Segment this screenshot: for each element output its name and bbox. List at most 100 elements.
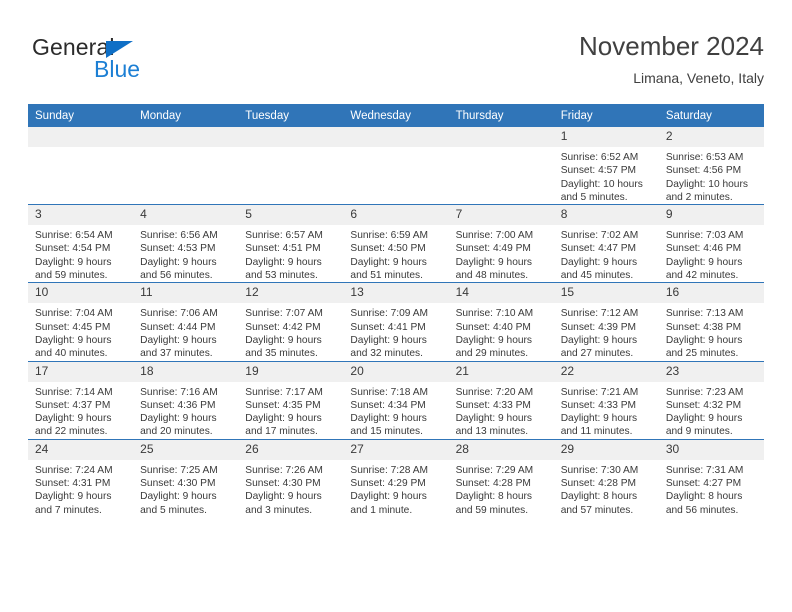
calendar-day-cell[interactable]: 18 Sunrise: 7:16 AM Sunset: 4:36 PM Dayligh… — [133, 360, 239, 440]
calendar-day-cell[interactable]: 3 Sunrise: 6:54 AM Sunset: 4:54 PM Daylight… — [28, 204, 134, 283]
calendar-day-cell[interactable]: 19 Sunrise: 7:17 AM Sunset: 4:35 PM Dayligh… — [238, 360, 344, 440]
daylight-text-line2: and 2 minutes. — [665, 191, 733, 203]
sunrise-text: Sunrise: 7:10 AM — [455, 308, 534, 320]
day-details: Sunrise: 7:12 AM Sunset: 4:39 PM Daylight:… — [554, 303, 659, 360]
day-number: 29 — [553, 439, 659, 460]
sunset-text: Sunset: 4:38 PM — [665, 321, 742, 333]
daylight-text-line1: Daylight: 9 hours — [245, 334, 322, 346]
calendar-day-cell[interactable]: 14 Sunrise: 7:10 AM Sunset: 4:40 PM Dayligh… — [448, 282, 554, 362]
calendar-day-cell[interactable]: 25 Sunrise: 7:25 AM Sunset: 4:30 PM Dayligh… — [133, 438, 239, 517]
day-details: Sunrise: 7:21 AM Sunset: 4:33 PM Daylight:… — [554, 382, 659, 439]
brand-logo[interactable]: General Blue — [32, 34, 262, 90]
day-details: Sunrise: 6:53 AM Sunset: 4:56 PM Daylight:… — [659, 147, 764, 204]
calendar-empty-cell — [343, 127, 449, 205]
weekday-header-wednesday: Wednesday — [343, 104, 449, 127]
sunrise-text: Sunrise: 7:09 AM — [350, 308, 429, 320]
daylight-text-line2: and 59 minutes. — [455, 504, 529, 516]
daylight-text-line1: Daylight: 9 hours — [560, 334, 638, 346]
calendar-page: General Blue November 2024 Limana, Venet… — [0, 0, 792, 612]
weekday-header-friday: Friday — [553, 104, 659, 127]
weekday-header-saturday: Saturday — [658, 104, 764, 127]
calendar-day-cell[interactable]: 13 Sunrise: 7:09 AM Sunset: 4:41 PM Dayligh… — [343, 282, 449, 362]
calendar-day-cell[interactable]: 11 Sunrise: 7:06 AM Sunset: 4:44 PM Dayligh… — [133, 282, 239, 362]
calendar-day-cell[interactable]: 15 Sunrise: 7:12 AM Sunset: 4:39 PM Dayligh… — [553, 282, 659, 362]
calendar-day-cell[interactable]: 23 Sunrise: 7:23 AM Sunset: 4:32 PM Dayligh… — [658, 360, 764, 440]
calendar-day-cell[interactable]: 10 Sunrise: 7:04 AM Sunset: 4:45 PM Dayligh… — [28, 282, 134, 362]
daylight-text-line1: Daylight: 9 hours — [35, 491, 112, 503]
calendar-day-cell[interactable]: 20 Sunrise: 7:18 AM Sunset: 4:34 PM Dayligh… — [343, 360, 449, 440]
sunrise-text: Sunrise: 7:06 AM — [140, 308, 218, 320]
sunrise-text: Sunrise: 6:52 AM — [560, 152, 639, 163]
calendar-day-cell[interactable]: 7 Sunrise: 7:00 AM Sunset: 4:49 PM Daylight… — [448, 204, 554, 283]
daylight-text-line1: Daylight: 9 hours — [455, 256, 533, 268]
daylight-text-line2: and 42 minutes. — [665, 270, 739, 282]
day-details: Sunrise: 7:06 AM Sunset: 4:44 PM Daylight:… — [133, 303, 238, 360]
calendar-day-cell[interactable]: 26 Sunrise: 7:26 AM Sunset: 4:30 PM Dayligh… — [238, 438, 344, 517]
day-number: 18 — [133, 361, 239, 382]
daylight-text-line1: Daylight: 9 hours — [140, 256, 217, 268]
daylight-text-line1: Daylight: 8 hours — [455, 491, 533, 503]
day-number: 6 — [343, 205, 449, 226]
calendar-day-cell[interactable]: 27 Sunrise: 7:28 AM Sunset: 4:29 PM Dayligh… — [343, 438, 449, 517]
sunset-text: Sunset: 4:45 PM — [35, 321, 111, 333]
day-number: 16 — [658, 283, 764, 304]
sunrise-text: Sunrise: 7:07 AM — [245, 308, 323, 320]
sunrise-text: Sunrise: 7:21 AM — [560, 386, 639, 398]
sunset-text: Sunset: 4:57 PM — [560, 165, 637, 177]
daylight-text-line1: Daylight: 9 hours — [245, 256, 322, 268]
day-number: 10 — [28, 283, 134, 304]
sunset-text: Sunset: 4:51 PM — [245, 243, 321, 255]
daylight-text-line1: Daylight: 9 hours — [140, 491, 217, 503]
daylight-text-line1: Daylight: 9 hours — [560, 413, 638, 425]
daylight-text-line2: and 1 minute. — [350, 504, 413, 516]
day-details: Sunrise: 7:14 AM Sunset: 4:37 PM Daylight:… — [28, 382, 133, 439]
calendar-day-cell[interactable]: 9 Sunrise: 7:03 AM Sunset: 4:46 PM Daylight… — [658, 204, 764, 283]
daylight-text-line2: and 56 minutes. — [665, 504, 739, 516]
calendar-day-cell[interactable]: 28 Sunrise: 7:29 AM Sunset: 4:28 PM Dayligh… — [448, 438, 554, 517]
sunrise-text: Sunrise: 7:20 AM — [455, 386, 534, 398]
calendar-day-cell[interactable]: 22 Sunrise: 7:21 AM Sunset: 4:33 PM Dayligh… — [553, 360, 659, 440]
calendar-week-row: 1 Sunrise: 6:52 AM Sunset: 4:57 PM Daylight… — [28, 127, 764, 205]
daylight-text-line2: and 57 minutes. — [560, 504, 634, 516]
calendar-day-cell[interactable]: 29 Sunrise: 7:30 AM Sunset: 4:28 PM Dayligh… — [553, 438, 659, 517]
daylight-text-line2: and 29 minutes. — [455, 348, 529, 360]
day-number: 24 — [28, 439, 134, 460]
day-number: 15 — [553, 283, 659, 304]
calendar-day-cell[interactable]: 30 Sunrise: 7:31 AM Sunset: 4:27 PM Dayligh… — [658, 438, 764, 517]
sunrise-text: Sunrise: 7:29 AM — [455, 464, 534, 476]
day-number: 5 — [238, 205, 344, 226]
calendar-day-cell[interactable]: 17 Sunrise: 7:14 AM Sunset: 4:37 PM Dayligh… — [28, 360, 134, 440]
daylight-text-line1: Daylight: 8 hours — [665, 491, 743, 503]
day-number: 30 — [658, 439, 764, 460]
calendar-week-row: 24 Sunrise: 7:24 AM Sunset: 4:31 PM Dayligh… — [28, 438, 764, 517]
sunset-text: Sunset: 4:47 PM — [560, 243, 637, 255]
sunrise-text: Sunrise: 7:17 AM — [245, 386, 323, 398]
calendar-day-cell[interactable]: 1 Sunrise: 6:52 AM Sunset: 4:57 PM Daylight… — [553, 127, 659, 205]
page-title: November 2024 — [579, 31, 764, 61]
daylight-text-line2: and 56 minutes. — [140, 270, 213, 282]
sunset-text: Sunset: 4:36 PM — [140, 399, 216, 411]
calendar-day-cell[interactable]: 2 Sunrise: 6:53 AM Sunset: 4:56 PM Daylight… — [658, 127, 764, 205]
calendar-day-cell[interactable]: 12 Sunrise: 7:07 AM Sunset: 4:42 PM Dayligh… — [238, 282, 344, 362]
sunset-text: Sunset: 4:31 PM — [35, 478, 111, 490]
daylight-text-line2: and 51 minutes. — [350, 270, 423, 282]
calendar-day-cell[interactable]: 8 Sunrise: 7:02 AM Sunset: 4:47 PM Daylight… — [553, 204, 659, 283]
calendar-week-row: 10 Sunrise: 7:04 AM Sunset: 4:45 PM Dayligh… — [28, 282, 764, 362]
day-number — [238, 127, 344, 147]
sunrise-text: Sunrise: 7:23 AM — [665, 386, 744, 398]
day-details: Sunrise: 6:52 AM Sunset: 4:57 PM Daylight:… — [554, 147, 659, 204]
sunrise-text: Sunrise: 7:28 AM — [350, 464, 429, 476]
daylight-text-line1: Daylight: 9 hours — [140, 413, 217, 425]
calendar-day-cell[interactable]: 6 Sunrise: 6:59 AM Sunset: 4:50 PM Daylight… — [343, 204, 449, 283]
calendar-day-cell[interactable]: 16 Sunrise: 7:13 AM Sunset: 4:38 PM Dayligh… — [658, 282, 764, 362]
sunset-text: Sunset: 4:49 PM — [455, 243, 531, 255]
daylight-text-line2: and 22 minutes. — [35, 426, 108, 438]
sunrise-text: Sunrise: 7:24 AM — [35, 464, 113, 476]
calendar-day-cell[interactable]: 24 Sunrise: 7:24 AM Sunset: 4:31 PM Dayligh… — [28, 438, 134, 517]
daylight-text-line2: and 48 minutes. — [455, 270, 529, 282]
day-number: 17 — [28, 361, 134, 382]
calendar-day-cell[interactable]: 4 Sunrise: 6:56 AM Sunset: 4:53 PM Daylight… — [133, 204, 239, 283]
calendar-day-cell[interactable]: 5 Sunrise: 6:57 AM Sunset: 4:51 PM Daylight… — [238, 204, 344, 283]
calendar-day-cell[interactable]: 21 Sunrise: 7:20 AM Sunset: 4:33 PM Dayligh… — [448, 360, 554, 440]
day-details: Sunrise: 6:56 AM Sunset: 4:53 PM Daylight:… — [133, 225, 238, 282]
